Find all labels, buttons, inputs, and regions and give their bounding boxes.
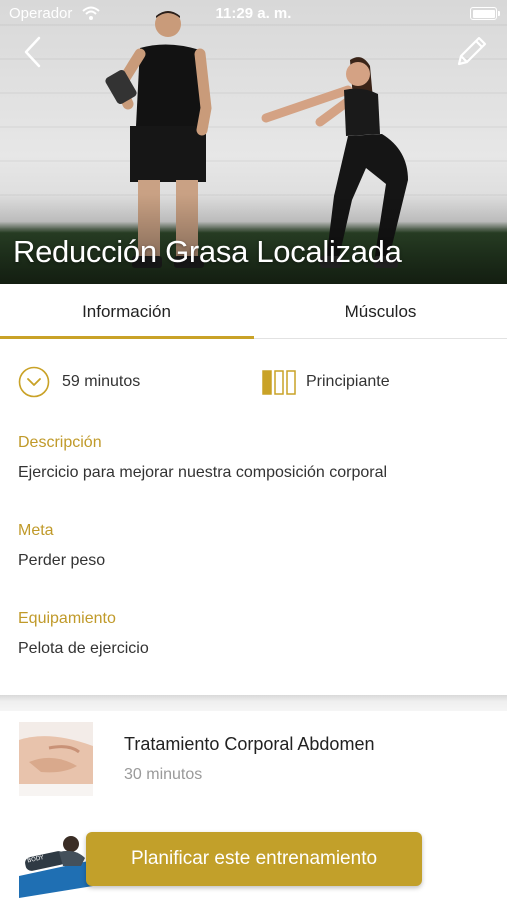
level-bars-icon bbox=[262, 370, 296, 395]
back-chevron-icon[interactable] bbox=[16, 34, 52, 70]
exercise-duration: 30 minutos bbox=[124, 766, 203, 783]
edit-pencil-icon[interactable] bbox=[453, 34, 489, 70]
workout-meta: 59 minutos Principiante bbox=[0, 364, 507, 402]
status-bar: Operador 11:29 a. m. bbox=[0, 0, 507, 28]
goal-value: Perder peso bbox=[18, 552, 106, 569]
goal-label: Meta bbox=[18, 522, 54, 539]
tab-bar: Información Músculos bbox=[0, 284, 507, 339]
description-label: Descripción bbox=[18, 434, 102, 451]
equipment-value: Pelota de ejercicio bbox=[18, 640, 149, 657]
exercise-thumbnail bbox=[19, 722, 93, 796]
exercise-title: Tratamiento Corporal Abdomen bbox=[124, 734, 375, 754]
exercise-thumbnail: BODY bbox=[19, 824, 93, 898]
tab-informacion[interactable]: Información bbox=[0, 284, 253, 339]
duration-value: 59 minutos bbox=[62, 373, 141, 390]
tab-musculos[interactable]: Músculos bbox=[254, 284, 507, 339]
level-value: Principiante bbox=[306, 373, 390, 390]
section-divider bbox=[0, 695, 507, 711]
exercise-list-item[interactable]: Tratamiento Corporal Abdomen 30 minutos bbox=[0, 714, 507, 804]
equipment-label: Equipamiento bbox=[18, 610, 116, 627]
status-time: 11:29 a. m. bbox=[215, 5, 292, 22]
battery-icon bbox=[470, 7, 500, 20]
clock-chevron-icon bbox=[18, 366, 50, 398]
plan-workout-button[interactable]: Planificar este entrenamiento bbox=[86, 832, 422, 886]
hero-image: Operador 11:29 a. m. Reducción Grasa Loc… bbox=[0, 0, 507, 284]
tab-active-indicator bbox=[0, 336, 254, 339]
workout-title: Reducción Grasa Localizada bbox=[13, 234, 402, 269]
description-value: Ejercicio para mejorar nuestra composici… bbox=[18, 464, 388, 481]
